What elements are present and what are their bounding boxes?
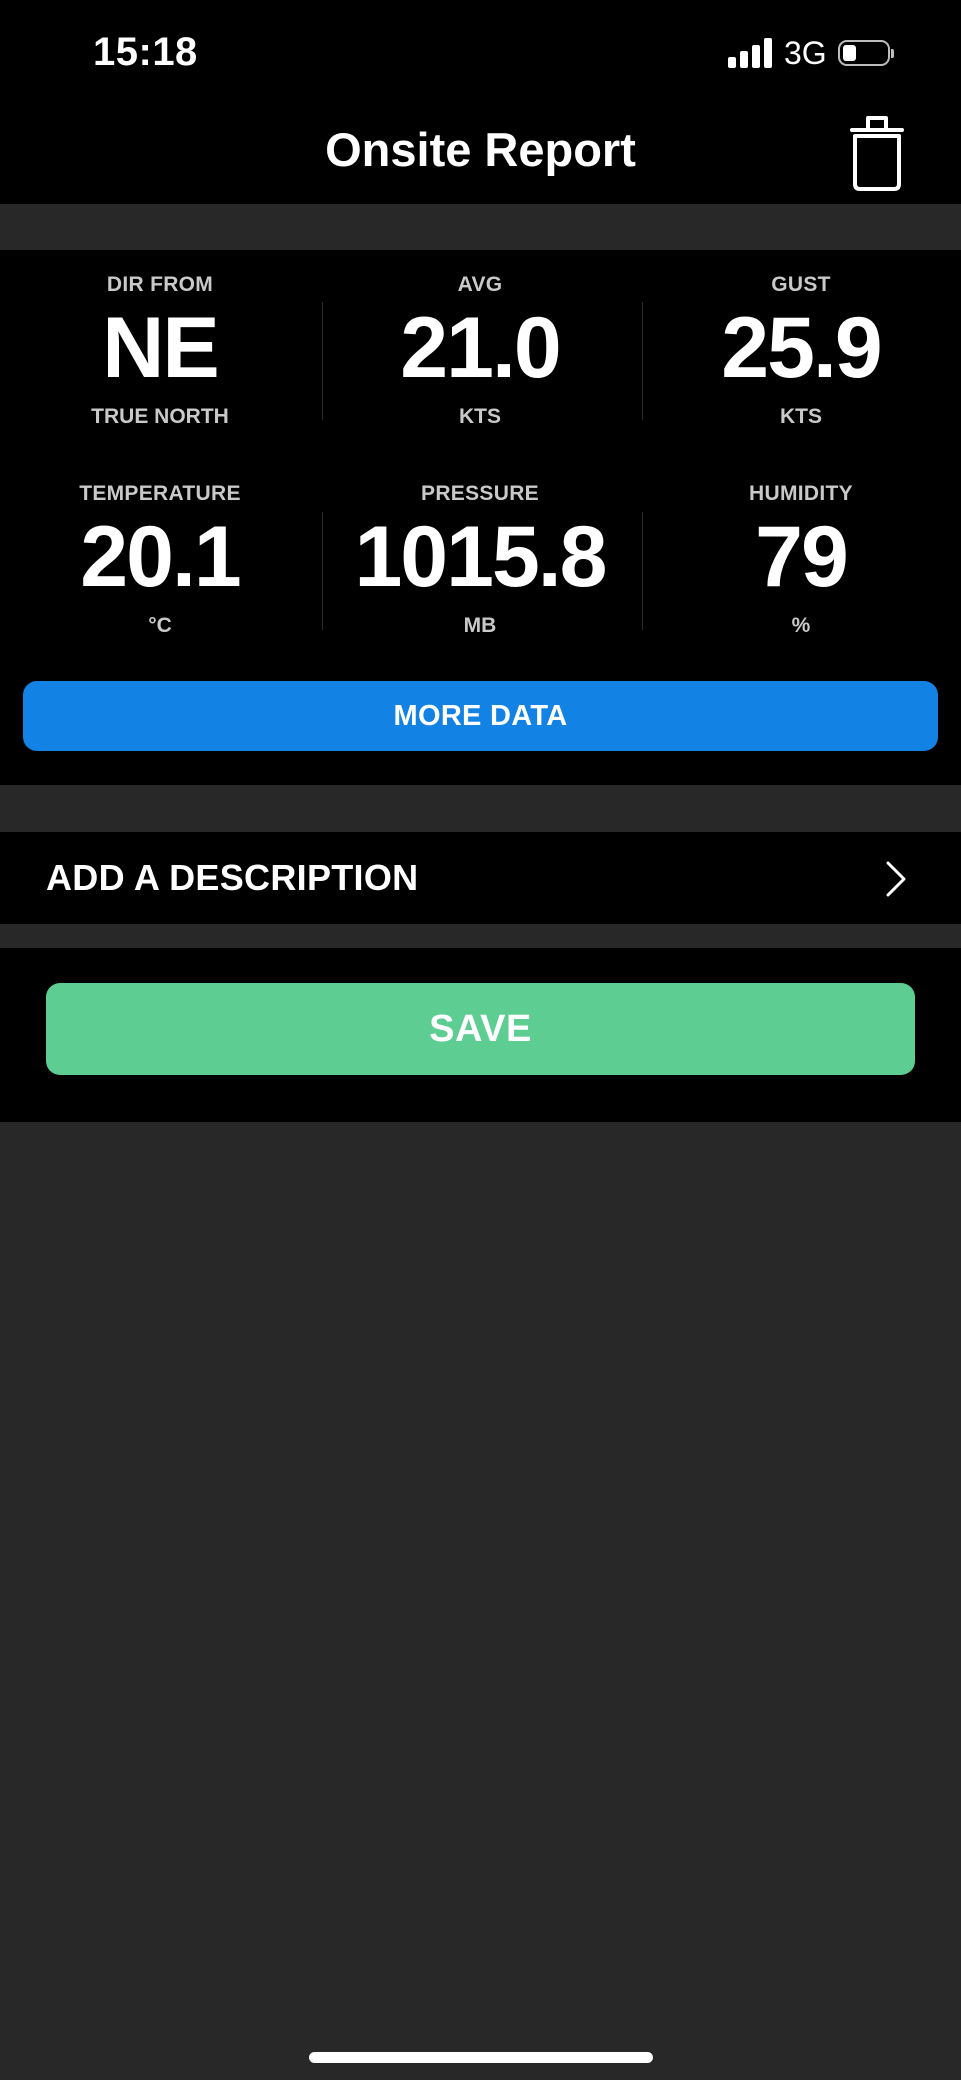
column-divider (322, 512, 323, 630)
battery-icon (838, 38, 894, 68)
metric-avg-wind: AVG 21.0 KTS (320, 271, 640, 431)
metric-label: GUST (771, 273, 831, 296)
cellular-signal-icon (728, 38, 774, 68)
status-time: 15:18 (93, 30, 198, 74)
add-description-row[interactable]: ADD A DESCRIPTION (0, 832, 961, 924)
metric-unit: KTS (780, 405, 822, 428)
nav-bar: Onsite Report (0, 108, 961, 204)
page-title: Onsite Report (325, 123, 636, 176)
metric-humidity: HUMIDITY 79 % (641, 480, 961, 640)
metric-label: TEMPERATURE (79, 482, 241, 505)
save-panel: SAVE (0, 948, 961, 1122)
metric-unit: TRUE NORTH (91, 405, 229, 428)
column-divider (642, 512, 643, 630)
more-data-button[interactable]: MORE DATA (23, 681, 938, 751)
status-bar: 15:18 3G (0, 0, 961, 108)
metric-label: HUMIDITY (749, 482, 853, 505)
column-divider (642, 302, 643, 420)
network-type: 3G (784, 35, 827, 71)
metric-value: 21.0 (400, 300, 561, 396)
metric-pressure: PRESSURE 1015.8 MB (320, 480, 640, 640)
metric-unit: MB (463, 614, 497, 637)
metric-unit: KTS (459, 405, 501, 428)
metric-gust: GUST 25.9 KTS (641, 271, 961, 431)
trash-icon[interactable] (848, 114, 906, 192)
metric-label: PRESSURE (421, 482, 539, 505)
metric-label: AVG (457, 273, 503, 296)
metric-value: 25.9 (721, 300, 882, 396)
save-button[interactable]: SAVE (46, 983, 915, 1075)
metric-unit: % (791, 614, 811, 637)
metric-value: 1015.8 (354, 509, 607, 605)
column-divider (322, 302, 323, 420)
metric-label: DIR FROM (106, 273, 214, 296)
metric-value: 20.1 (80, 509, 241, 605)
metric-value: NE (102, 300, 219, 396)
weather-data-panel: DIR FROM NE TRUE NORTH AVG 21.0 KTS GUST… (0, 250, 961, 785)
add-description-label: ADD A DESCRIPTION (46, 857, 419, 898)
metric-temperature: TEMPERATURE 20.1 °C (0, 480, 320, 640)
metric-direction: DIR FROM NE TRUE NORTH (0, 271, 320, 431)
chevron-right-icon (884, 860, 908, 898)
metric-unit: °C (148, 614, 172, 637)
metric-value: 79 (755, 509, 849, 605)
home-indicator[interactable] (309, 2052, 653, 2063)
